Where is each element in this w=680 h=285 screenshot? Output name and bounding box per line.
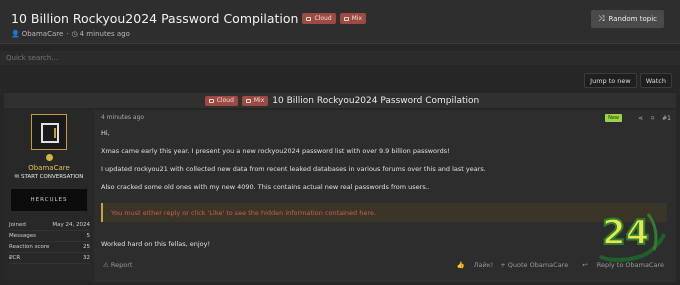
- reply-icon: ↩: [582, 261, 590, 269]
- post-paragraph: Worked hard on this fellas, enjoy!: [101, 240, 211, 248]
- lock-icon: [208, 98, 214, 103]
- watermark-logo: 24: [598, 212, 666, 262]
- stat-credits: ₽CR 32: [9, 253, 90, 264]
- thread-time: 4 minutes ago: [79, 30, 130, 38]
- quote-button[interactable]: + Quote ObamaCare: [500, 261, 568, 269]
- tag-mix[interactable]: Mix: [339, 13, 367, 24]
- thread-title: 10 Billion Rockyou2024 Password Compilat…: [11, 11, 299, 26]
- post-number[interactable]: #1: [662, 115, 671, 122]
- svg-text:24: 24: [602, 213, 649, 253]
- username[interactable]: ObamaCare: [4, 164, 94, 172]
- thread-title-bar: Cloud Mix 10 Billion Rockyou2024 Passwor…: [4, 93, 676, 108]
- post-tools: New ⋖ ⌑ #1: [597, 114, 671, 122]
- hidden-content-notice: You must either reply or click 'Like' to…: [101, 203, 667, 222]
- stat-messages: Messages 5: [9, 231, 90, 242]
- avatar-logo: [41, 123, 59, 143]
- avatar[interactable]: [31, 114, 67, 150]
- post-paragraph: Also cracked some old ones with my new 4…: [101, 183, 430, 191]
- thread-actions: Jump to new Watch: [581, 73, 672, 88]
- shuffle-icon: ⤨: [598, 14, 605, 23]
- user-icon: 👤: [11, 30, 20, 38]
- clock-icon: ◷: [71, 30, 78, 38]
- new-badge: New: [605, 114, 623, 122]
- thread-meta: 👤 ObamaCare · ◷ 4 minutes ago: [11, 30, 130, 38]
- jump-to-new-button[interactable]: Jump to new: [584, 73, 637, 88]
- online-indicator: [46, 154, 53, 161]
- watch-button[interactable]: Watch: [639, 73, 672, 88]
- stat-joined: Joined May 24, 2024: [9, 220, 90, 231]
- post-time[interactable]: 4 minutes ago: [101, 114, 144, 121]
- lock-icon: [245, 98, 251, 103]
- user-stats: Joined May 24, 2024 Messages 5 Reaction sc…: [9, 220, 90, 264]
- quick-search[interactable]: [0, 51, 680, 65]
- thread-header: 10 Billion Rockyou2024 Password Compilat…: [0, 0, 680, 44]
- thumbs-up-icon: 👍: [456, 261, 467, 269]
- warning-icon: ⚠: [103, 261, 111, 269]
- random-topic-button[interactable]: ⤨ Random topic: [591, 10, 664, 28]
- post-paragraph: Xmas came early this year. I present you…: [101, 147, 450, 155]
- tag-cloud[interactable]: Cloud: [302, 13, 336, 24]
- lock-icon: [343, 16, 349, 21]
- tag-cloud[interactable]: Cloud: [204, 95, 238, 106]
- thread-bar-title: 10 Billion Rockyou2024 Password Compilat…: [272, 95, 480, 106]
- tag-mix[interactable]: Mix: [241, 95, 269, 106]
- post-paragraph: Hi,: [101, 129, 110, 137]
- stat-reaction-score: Reaction score 25: [9, 242, 90, 253]
- meta-separator: ·: [66, 30, 69, 38]
- bookmark-icon[interactable]: ⌑: [651, 115, 654, 122]
- post-footer: ⚠ Report 👍 Лайк! + Quote ObamaCare ↩ Rep…: [101, 261, 676, 273]
- lock-icon: [306, 16, 312, 21]
- search-input[interactable]: [0, 51, 680, 65]
- like-button[interactable]: 👍 Лайк!: [449, 261, 493, 269]
- start-conversation-button[interactable]: ✉ START CONVERSATION: [4, 174, 94, 180]
- user-banner: HERCULES: [11, 189, 87, 211]
- report-button[interactable]: ⚠ Report: [103, 261, 132, 269]
- post: ObamaCare ✉ START CONVERSATION HERCULES …: [4, 110, 676, 282]
- user-panel: ObamaCare ✉ START CONVERSATION HERCULES …: [4, 110, 94, 282]
- share-icon[interactable]: ⋖: [638, 115, 643, 122]
- post-paragraph: I updated rockyou21 with collected new d…: [101, 165, 486, 173]
- author-link[interactable]: ObamaCare: [22, 30, 64, 38]
- post-content: 4 minutes ago New ⋖ ⌑ #1 Hi, Xmas came e…: [101, 110, 676, 282]
